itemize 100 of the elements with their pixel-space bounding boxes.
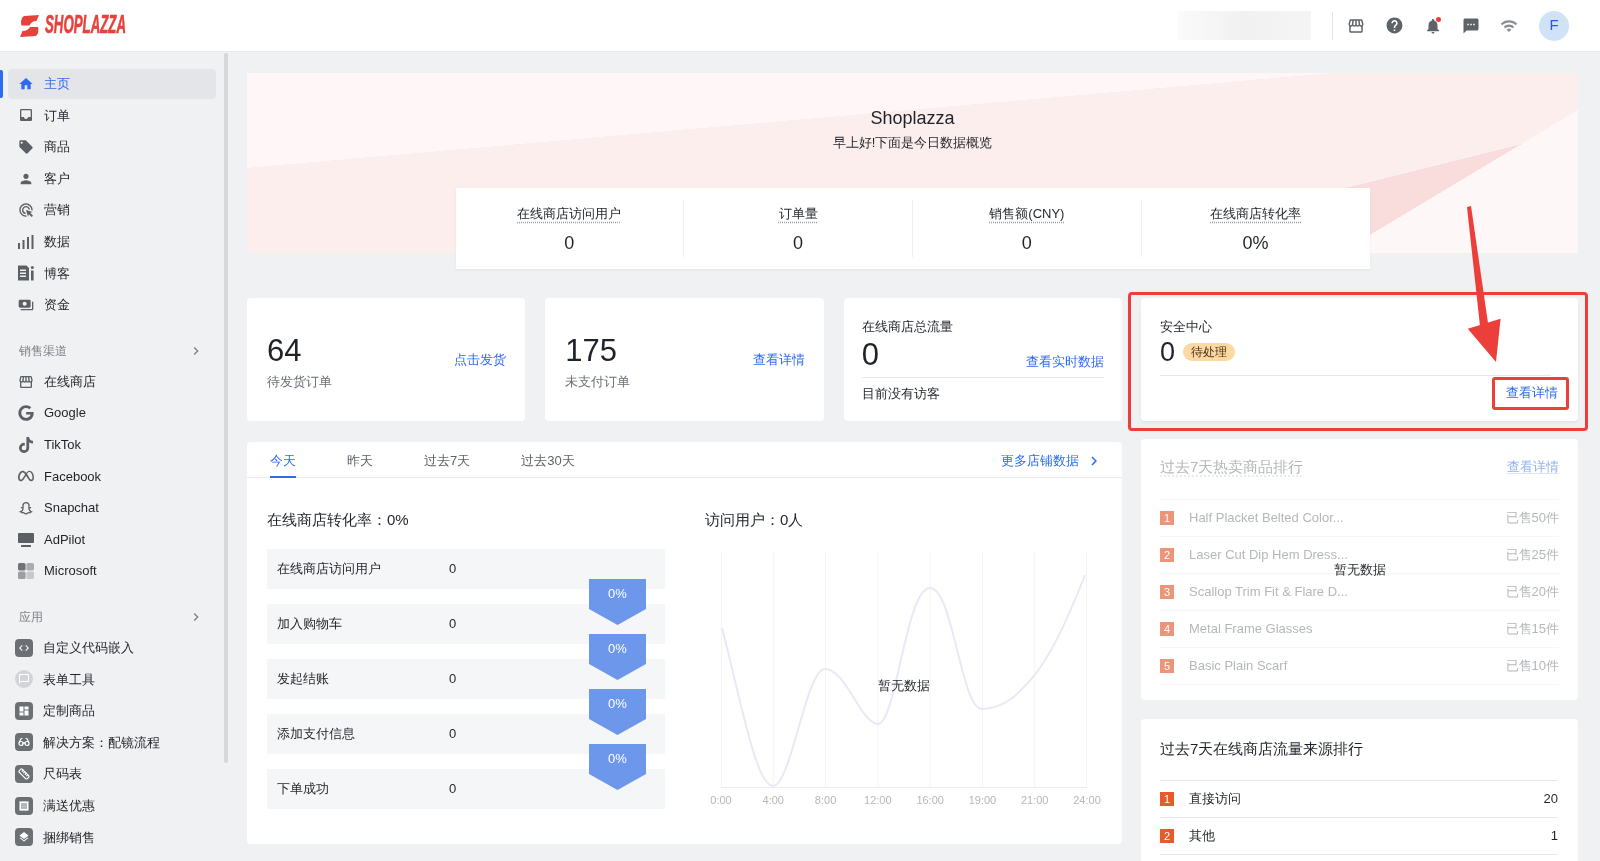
card-title: 过去7天热卖商品排行 [1160, 458, 1304, 476]
step-label: 加入购物车 [277, 615, 343, 634]
receipt-tile-icon [15, 796, 33, 815]
stat-label: 在线商店转化率 [1210, 205, 1302, 223]
sidebar-item[interactable]: 尺码表 [8, 759, 216, 790]
axis-label: 19:00 [968, 793, 997, 808]
sidebar-item[interactable]: 资金 [8, 289, 216, 320]
home-icon [18, 75, 34, 92]
sidebar-item[interactable]: 满送优惠 [8, 790, 216, 821]
step-value: 0 [449, 615, 457, 634]
sidebar-item[interactable]: 主页 [8, 68, 216, 99]
sidebar-item[interactable]: 商品 [8, 132, 216, 162]
sidebar-item[interactable]: TikTok [8, 429, 216, 460]
sidebar-item[interactable]: Facebook [8, 461, 216, 492]
card-link[interactable]: 点击发货 [454, 351, 507, 369]
card-title: 在线商店总流量 [861, 318, 954, 336]
security-value: 0 [1160, 340, 1176, 364]
step-value: 0 [449, 780, 457, 799]
ruler-tile-icon [15, 765, 33, 784]
store-icon[interactable] [1347, 16, 1365, 35]
source-count: 20 [1543, 790, 1558, 809]
sidebar-item[interactable]: 在线商店 [8, 366, 216, 397]
count-label: 待发货订单 [267, 373, 332, 391]
step-value: 0 [449, 670, 457, 689]
section-title: 应用 [19, 608, 43, 626]
step-value: 0 [449, 560, 457, 579]
sidebar-item[interactable]: 表单工具 [8, 664, 216, 695]
sold-count: 已售25件 [1505, 546, 1559, 565]
card-note: 目前没有访客 [861, 385, 941, 403]
details-link[interactable]: 查看详情 [1506, 384, 1558, 402]
sidebar-item[interactable]: Snapchat [8, 492, 216, 523]
sold-count: 已售10件 [1505, 657, 1559, 676]
chart-title: 访问用户：0人 [705, 510, 804, 530]
period-tab[interactable]: 过去7天 [424, 442, 471, 478]
chat-bubble-icon [15, 670, 33, 689]
sidebar-item[interactable]: Microsoft [8, 556, 216, 587]
card-title: 过去7天在线商店流量来源排行 [1160, 740, 1364, 758]
axis-label: 0:00 [710, 793, 732, 808]
bell-icon[interactable] [1424, 16, 1442, 35]
card-title: 安全中心 [1160, 318, 1212, 336]
axis-label: 21:00 [1020, 793, 1049, 808]
rank-badge: 4 [1160, 622, 1174, 636]
g-logo-icon [18, 405, 34, 422]
sidebar-item[interactable]: 数据 [8, 226, 216, 257]
period-tab[interactable]: 今天 [270, 442, 296, 478]
avatar[interactable]: F [1539, 10, 1569, 41]
tag-icon [18, 139, 34, 155]
sidebar-item[interactable]: 捆绑销售 [8, 822, 216, 853]
logo-mark-icon [18, 14, 41, 37]
logo[interactable]: SHOPLAZZA [18, 11, 127, 40]
product-name: Half Placket Belted Color... [1189, 509, 1344, 528]
sidebar-item[interactable]: AdPilot [8, 524, 216, 555]
sidebar-item[interactable]: 博客 [8, 258, 216, 289]
source-name: 直接访问 [1189, 790, 1241, 809]
glasses-tile-icon [15, 733, 33, 752]
sold-count: 已售50件 [1505, 509, 1559, 528]
stat-label: 订单量 [778, 205, 818, 223]
sidebar-item[interactable]: Google [8, 398, 216, 429]
section-title: 销售渠道 [19, 342, 67, 360]
music-note-icon [18, 436, 34, 453]
sidebar-item[interactable]: 解决方案：配镜流程 [8, 727, 216, 758]
sidebar-item[interactable]: 客户 [8, 163, 216, 194]
card-link[interactable]: 查看详情 [752, 351, 805, 369]
store-icon [18, 373, 34, 390]
stat-label: 销售额(CNY) [989, 205, 1065, 223]
more-data-link[interactable]: 更多店铺数据 [1001, 442, 1103, 477]
count-value: 64 [267, 335, 303, 367]
count-label: 未支付订单 [565, 373, 631, 391]
step-label: 添加支付信息 [277, 725, 356, 744]
axis-label: 8:00 [814, 793, 837, 808]
rank-badge: 5 [1160, 659, 1174, 673]
monitor-icon [18, 531, 34, 548]
sidebar-item[interactable]: 营销 [8, 195, 216, 226]
rank-badge: 1 [1160, 511, 1174, 525]
greeting-text: 早上好!下面是今日数据概览 [832, 135, 993, 151]
source-count: 1 [1550, 827, 1558, 846]
layers-tile-icon [15, 828, 33, 847]
empty-state-text: 暂无数据 [1333, 560, 1386, 579]
message-icon[interactable] [1462, 16, 1480, 35]
stat-value: 0 [1021, 232, 1032, 254]
step-label: 发起结账 [277, 670, 330, 689]
step-label: 在线商店访问用户 [277, 560, 382, 579]
sidebar-item[interactable]: 定制商品 [8, 695, 216, 726]
product-name: Metal Frame Glasses [1189, 620, 1313, 639]
sold-count: 已售20件 [1505, 583, 1559, 602]
rank-badge: 1 [1160, 792, 1174, 806]
ghost-icon [18, 499, 34, 516]
period-tab[interactable]: 昨天 [347, 442, 373, 478]
source-name: 其他 [1189, 827, 1215, 846]
rank-badge: 2 [1160, 548, 1174, 562]
axis-label: 16:00 [916, 793, 944, 808]
rank-badge: 2 [1160, 829, 1174, 843]
count-value: 175 [565, 335, 619, 367]
help-icon[interactable] [1385, 16, 1404, 35]
sidebar-item[interactable]: 订单 [8, 100, 216, 131]
step-value: 0 [449, 725, 457, 744]
sidebar-item[interactable]: 自定义代码嵌入 [8, 632, 216, 663]
period-tab[interactable]: 过去30天 [521, 442, 575, 478]
stat-value: 0% [1242, 232, 1269, 254]
card-link[interactable]: 查看实时数据 [1026, 353, 1104, 371]
